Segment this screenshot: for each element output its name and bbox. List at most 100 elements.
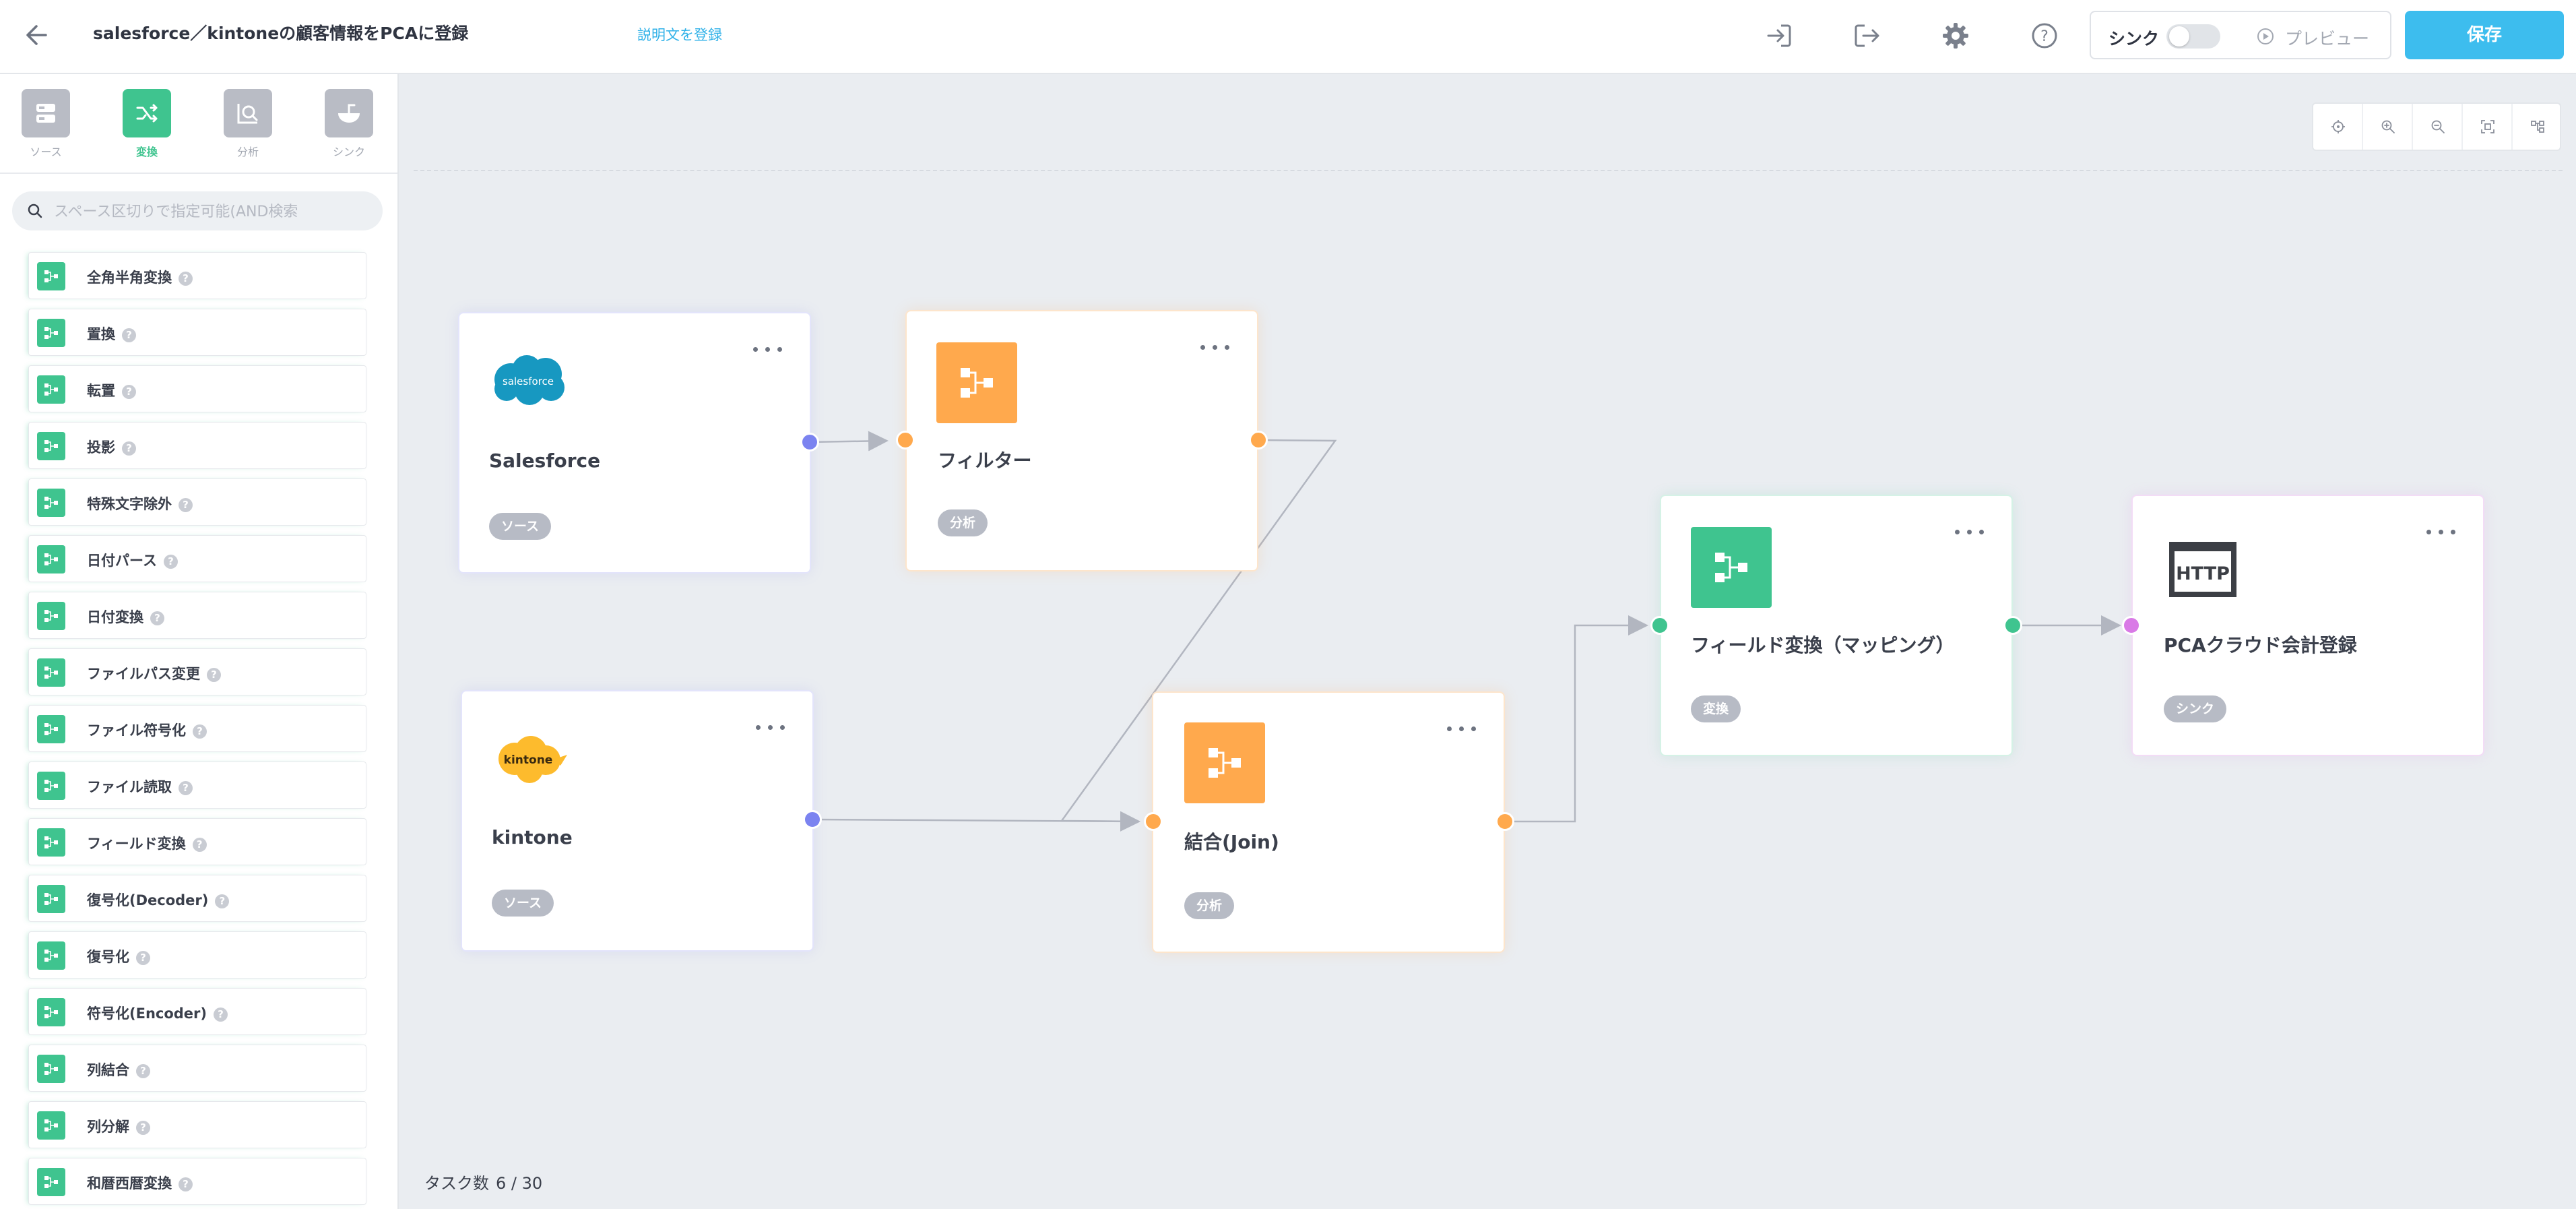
layout-icon[interactable]: [2513, 104, 2563, 150]
operation-item[interactable]: ファイル読取?: [28, 762, 366, 809]
branch-icon: [37, 1111, 65, 1140]
node-menu-icon[interactable]: [1200, 341, 1230, 354]
operation-item[interactable]: 全角半角変換?: [28, 252, 366, 299]
node-branch-icon: [936, 342, 1017, 423]
help-icon[interactable]: ?: [122, 328, 136, 342]
output-port[interactable]: [1249, 431, 1268, 450]
input-port[interactable]: [896, 431, 915, 450]
help-icon[interactable]: ?: [179, 781, 193, 795]
zoom-out-icon[interactable]: [2413, 104, 2463, 150]
http-icon: HTTP: [2169, 542, 2236, 597]
category-tab-transform[interactable]: 変換: [96, 89, 197, 170]
help-icon[interactable]: ?: [207, 668, 221, 682]
operation-label: 日付パース?: [87, 550, 178, 570]
sync-toggle[interactable]: [2166, 24, 2220, 49]
svg-text:HTTP: HTTP: [2176, 563, 2230, 584]
input-port[interactable]: [2122, 616, 2141, 635]
node-salesforce[interactable]: salesforce Salesforce ソース: [459, 313, 819, 572]
branch-icon: [37, 262, 65, 290]
operation-item[interactable]: 置換?: [28, 309, 366, 356]
help-icon[interactable]: ?: [193, 724, 207, 739]
operation-item[interactable]: 和暦西暦変換?: [28, 1158, 366, 1205]
output-port[interactable]: [1495, 812, 1514, 831]
operation-item[interactable]: 特殊文字除外?: [28, 478, 366, 526]
save-button[interactable]: 保存: [2405, 11, 2564, 59]
help-icon[interactable]: ?: [122, 441, 136, 456]
operation-item[interactable]: 復号化(Decoder)?: [28, 875, 366, 922]
operation-item[interactable]: 転置?: [28, 365, 366, 412]
back-arrow-icon[interactable]: [19, 18, 54, 53]
node-menu-icon[interactable]: [756, 721, 785, 735]
output-port[interactable]: [803, 810, 822, 829]
help-icon[interactable]: ?: [214, 1008, 228, 1022]
help-icon[interactable]: ?: [122, 385, 136, 399]
help-icon[interactable]: ?: [150, 611, 164, 625]
node-filter[interactable]: フィルター 分析: [896, 311, 1268, 570]
operation-label: 全角半角変換?: [87, 267, 193, 287]
node-menu-icon[interactable]: [753, 343, 783, 356]
category-tab-source[interactable]: ソース: [0, 89, 96, 170]
operation-item[interactable]: フィールド変換?: [28, 818, 366, 865]
node-join[interactable]: 結合(Join) 分析: [1144, 693, 1514, 952]
toggle-knob: [2169, 26, 2189, 46]
branch-icon: [37, 772, 65, 800]
help-icon[interactable]: ?: [215, 894, 230, 908]
node-kintone[interactable]: kintone kintone ソース: [462, 691, 822, 950]
output-port[interactable]: [2003, 616, 2022, 635]
center-icon[interactable]: [2313, 104, 2363, 150]
preview-button[interactable]: プレビュー: [2241, 11, 2391, 59]
operation-item[interactable]: 符号化(Encoder)?: [28, 988, 366, 1035]
help-icon[interactable]: ?: [179, 272, 193, 286]
node-field-mapping[interactable]: フィールド変換（マッピング） 変換: [1650, 496, 2022, 755]
fit-icon[interactable]: [2463, 104, 2513, 150]
analyze-icon: [224, 89, 272, 137]
node-type-badge: ソース: [492, 890, 554, 917]
export-icon[interactable]: [1848, 18, 1885, 54]
branch-icon: [37, 489, 65, 517]
output-port[interactable]: [800, 433, 819, 452]
node-menu-icon[interactable]: [1955, 526, 1985, 539]
help-icon[interactable]: ?: [179, 498, 193, 512]
node-type-badge: 変換: [1691, 695, 1741, 722]
input-port[interactable]: [1650, 616, 1669, 635]
gear-icon[interactable]: [1937, 18, 1974, 54]
category-tab-analysis[interactable]: 分析: [197, 89, 298, 170]
canvas-guide-line: [414, 170, 2563, 171]
help-icon[interactable]: ?: [136, 1064, 150, 1078]
category-tab-sink[interactable]: シンク: [298, 89, 397, 170]
operation-item[interactable]: 列結合?: [28, 1045, 366, 1092]
task-count-value: 6 / 30: [496, 1174, 543, 1193]
branch-icon: [37, 658, 65, 687]
operation-search: [12, 191, 383, 230]
sink-icon: [325, 89, 373, 137]
operation-item[interactable]: ファイルパス変更?: [28, 648, 366, 695]
node-menu-icon[interactable]: [2426, 526, 2456, 539]
node-pca-cloud[interactable]: HTTP PCAクラウド会計登録 シンク: [2122, 496, 2483, 755]
branch-icon: [37, 1168, 65, 1196]
operation-item[interactable]: ファイル符号化?: [28, 705, 366, 752]
operation-label: ファイル読取?: [87, 776, 193, 797]
divider: [0, 173, 397, 174]
edge-salesforce-filter: [810, 431, 889, 452]
operation-item[interactable]: 投影?: [28, 422, 366, 469]
help-icon[interactable]: ?: [192, 838, 207, 852]
zoom-in-icon[interactable]: [2363, 104, 2413, 150]
edge-join-mapping: [1506, 615, 1648, 823]
help-icon[interactable]: ?: [136, 1121, 150, 1135]
operation-item[interactable]: 列分解?: [28, 1101, 366, 1148]
operation-item[interactable]: 日付変換?: [28, 592, 366, 639]
help-icon[interactable]: ?: [163, 555, 178, 569]
branch-icon: [37, 602, 65, 630]
register-description-link[interactable]: 説明文を登録: [637, 24, 722, 44]
node-menu-icon[interactable]: [1447, 722, 1477, 736]
import-icon[interactable]: [1761, 18, 1797, 54]
help-icon[interactable]: ?: [179, 1177, 193, 1191]
input-port[interactable]: [1144, 812, 1163, 831]
help-icon[interactable]: ?: [2026, 18, 2063, 54]
operation-item[interactable]: 復号化?: [28, 931, 366, 979]
svg-text:kintone: kintone: [504, 753, 553, 767]
branch-icon: [37, 715, 65, 743]
operation-item[interactable]: 日付パース?: [28, 535, 366, 582]
help-icon[interactable]: ?: [136, 951, 150, 965]
search-input[interactable]: [53, 198, 362, 225]
